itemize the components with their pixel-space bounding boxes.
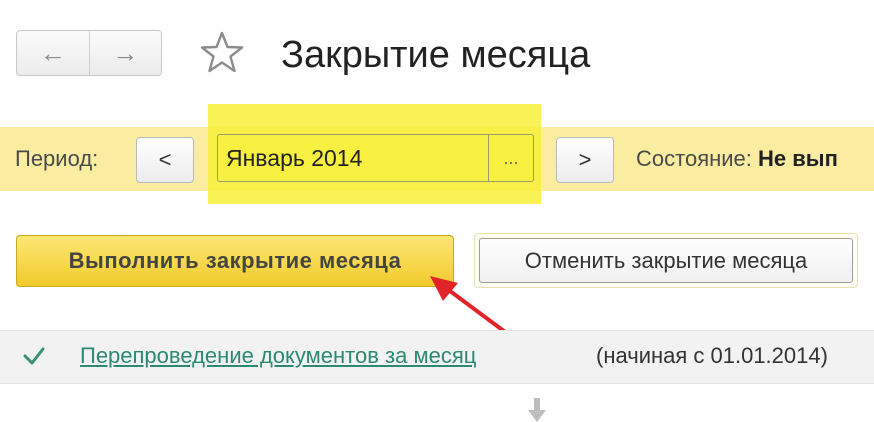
star-icon[interactable]	[198, 29, 246, 77]
forward-button[interactable]: →	[88, 31, 162, 75]
period-field: Январь 2014 ...	[217, 134, 534, 182]
run-month-close-button[interactable]: Выполнить закрытие месяца	[16, 235, 454, 287]
page-title: Закрытие месяца	[281, 34, 591, 76]
arrow-right-icon: →	[112, 37, 139, 68]
status: Состояние: Не вып	[636, 146, 838, 172]
period-label: Период:	[15, 146, 99, 171]
task-note: (начиная с 01.01.2014)	[596, 343, 828, 368]
period-select-button[interactable]: ...	[488, 135, 533, 181]
arrow-down-icon	[528, 398, 546, 422]
task-link-reposting[interactable]: Перепроведение документов за месяц	[80, 343, 476, 369]
cancel-month-close-frame: Отменить закрытие месяца	[474, 233, 858, 288]
arrow-left-icon: ←	[39, 37, 66, 68]
back-button[interactable]: ←	[17, 31, 89, 75]
next-period-button[interactable]: >	[556, 137, 614, 183]
previous-period-button[interactable]: <	[136, 137, 194, 183]
history-navigation: ← →	[16, 30, 162, 76]
check-icon	[23, 347, 45, 365]
status-value: Не вып	[758, 146, 838, 171]
period-input[interactable]: Январь 2014	[218, 135, 488, 181]
status-label: Состояние:	[636, 146, 752, 171]
cancel-month-close-button[interactable]: Отменить закрытие месяца	[479, 238, 853, 283]
